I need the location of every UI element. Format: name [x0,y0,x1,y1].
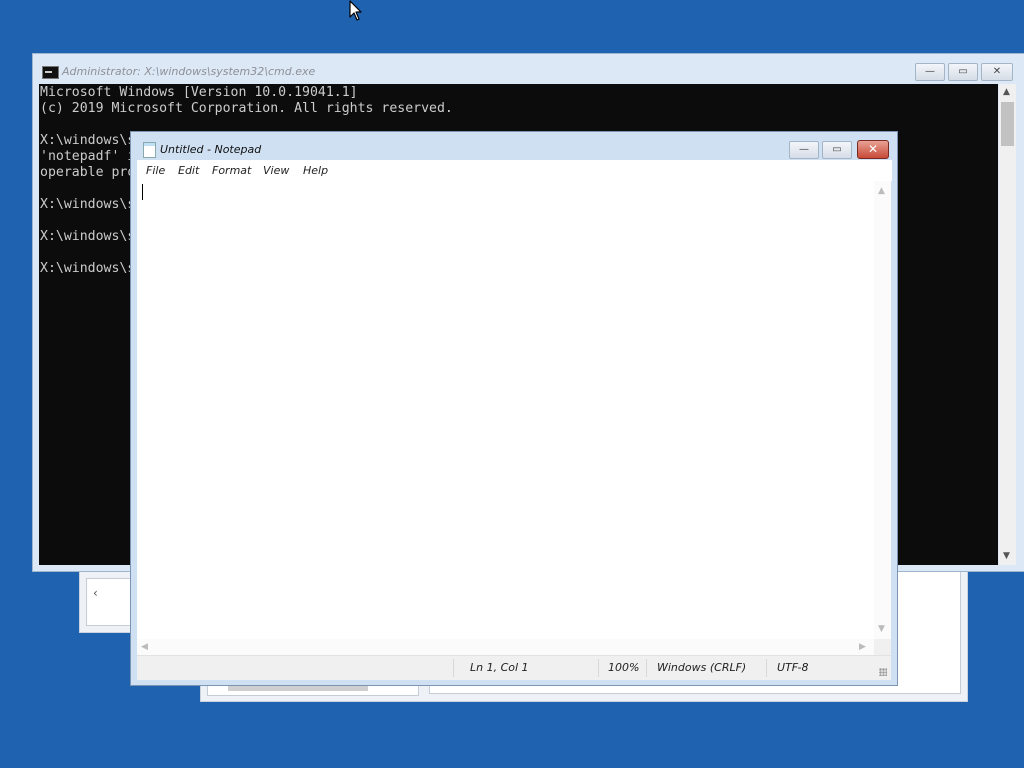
cmd-app-icon [42,66,59,79]
console-line: X:\windows\s [40,133,136,148]
menu-view[interactable]: View [263,164,289,177]
cmd-maximize-button[interactable]: ▭ [948,63,978,81]
cmd-close-button[interactable]: ✕ [981,63,1013,81]
cmd-scrollbar-thumb[interactable] [1001,102,1014,146]
scroll-up-arrow-icon[interactable]: ▲ [878,185,885,197]
notepad-vertical-scrollbar[interactable]: ▲ ▼ [874,181,891,639]
cmd-vertical-scrollbar[interactable]: ▲ ▼ [999,84,1016,565]
notepad-minimize-button[interactable]: — [789,141,819,159]
scroll-left-arrow-icon[interactable]: ◀ [141,641,148,653]
text-caret [142,184,143,200]
status-separator [453,659,454,677]
scroll-down-arrow-icon[interactable]: ▼ [1003,550,1010,562]
menu-format[interactable]: Format [212,164,251,177]
minimize-icon: — [925,66,935,77]
maximize-icon: ▭ [958,66,968,77]
cmd-minimize-button[interactable]: — [915,63,945,81]
status-cursor-position: Ln 1, Col 1 [470,661,529,674]
mouse-pointer-icon [349,0,362,21]
cmd-window-title: Administrator: X:\windows\system32\cmd.e… [62,65,316,78]
scrollbar-corner [874,639,891,655]
console-line: X:\windows\s [40,229,136,244]
maximize-icon: ▭ [832,144,842,155]
notepad-app-icon [143,142,156,158]
notepad-window[interactable]: Untitled - Notepad — ▭ ✕ File Edit Forma… [130,131,898,686]
console-line: Microsoft Windows [Version 10.0.19041.1] [40,85,358,100]
console-line: (c) 2019 Microsoft Corporation. All righ… [40,101,453,116]
notepad-menubar: File Edit Format View Help [137,160,892,181]
notepad-maximize-button[interactable]: ▭ [822,141,852,159]
close-icon: ✕ [867,142,879,156]
status-zoom: 100% [608,661,640,674]
status-line-ending: Windows (CRLF) [657,661,747,674]
console-line: X:\windows\s [40,197,136,212]
console-line: operable pro [40,165,136,180]
menu-edit[interactable]: Edit [178,164,199,177]
background-scroll-left-arrow: ‹ [93,586,98,600]
scroll-up-arrow-icon[interactable]: ▲ [1003,86,1010,98]
minimize-icon: — [799,144,809,155]
close-icon: ✕ [992,66,1002,77]
resize-grip-icon[interactable] [879,668,887,676]
menu-file[interactable]: File [146,164,165,177]
notepad-statusbar: Ln 1, Col 1 100% Windows (CRLF) UTF-8 [137,655,891,680]
notepad-text-area[interactable] [137,181,874,639]
notepad-window-title: Untitled - Notepad [160,143,262,156]
status-separator [646,659,647,677]
console-line: X:\windows\s [40,261,136,276]
scroll-right-arrow-icon[interactable]: ▶ [859,641,866,653]
notepad-horizontal-scrollbar[interactable]: ◀ ▶ [137,639,874,655]
cmd-titlebar[interactable]: Administrator: X:\windows\system32\cmd.e… [33,54,1024,84]
scroll-down-arrow-icon[interactable]: ▼ [878,623,885,635]
console-line: 'notepadf' i [40,149,136,164]
status-encoding: UTF-8 [777,661,809,674]
status-separator [598,659,599,677]
status-separator [766,659,767,677]
menu-help[interactable]: Help [303,164,328,177]
notepad-close-button[interactable]: ✕ [857,140,889,159]
